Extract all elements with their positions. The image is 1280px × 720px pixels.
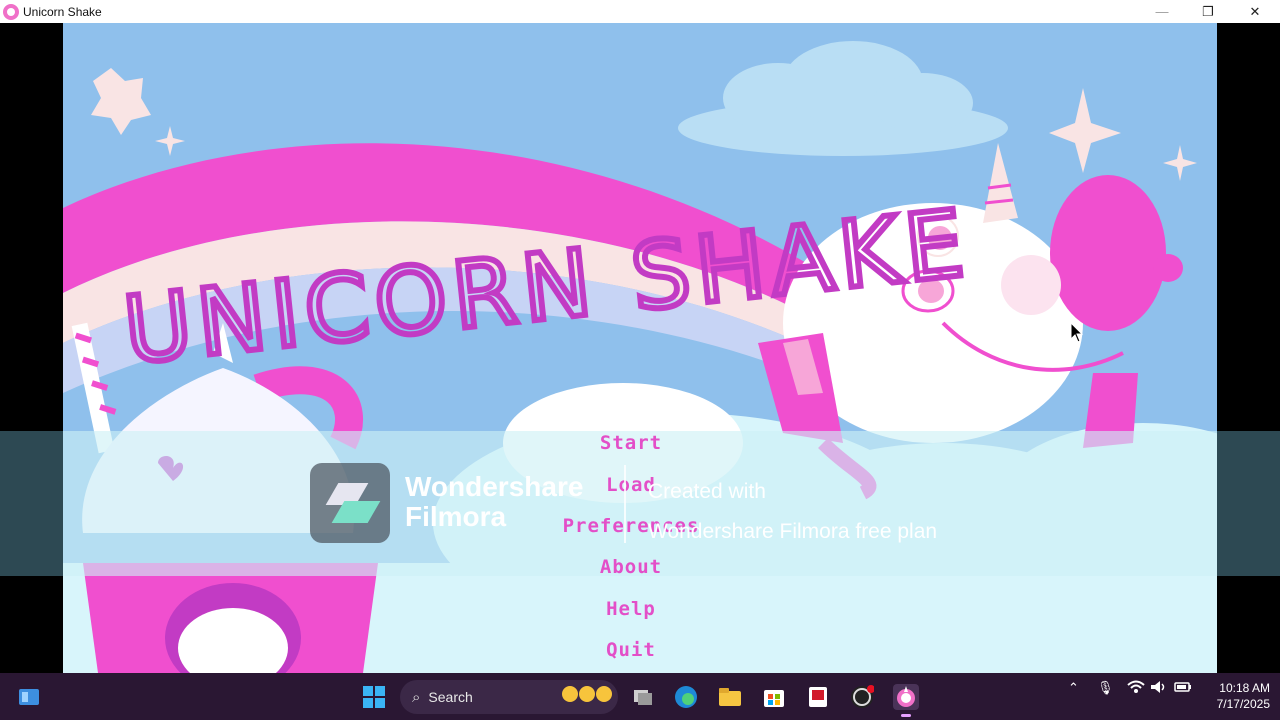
menu-quit[interactable]: Quit [531, 639, 731, 661]
menu-about[interactable]: About [531, 556, 731, 578]
taskbar-search[interactable]: ⌕ Search [400, 680, 618, 714]
wifi-icon[interactable] [1127, 680, 1145, 697]
task-view-icon[interactable] [630, 684, 656, 710]
filmora-brand-line1: Wondershare [405, 471, 584, 502]
search-label: Search [428, 689, 473, 705]
sparkle-right [1049, 88, 1121, 173]
mouse-cursor-icon [1070, 322, 1084, 343]
volume-icon[interactable] [1150, 680, 1168, 697]
cloud-top [678, 41, 1008, 156]
star-top-left [91, 68, 151, 135]
microphone-icon[interactable]: 🎙 [1097, 680, 1114, 696]
filmora-logo-icon [310, 463, 390, 543]
minimize-button[interactable]: — [1139, 0, 1185, 23]
maximize-button[interactable]: ❐ [1185, 0, 1231, 23]
sparkle-far-right [1163, 145, 1197, 181]
store-icon[interactable] [761, 684, 787, 710]
filmora-brand-line2: Filmora [405, 501, 507, 532]
widgets-icon[interactable] [16, 684, 42, 710]
taskbar-clock[interactable]: 10:18 AM 7/17/2025 [1200, 680, 1270, 712]
media-app-icon[interactable] [805, 684, 831, 710]
watermark-band-right [1217, 431, 1280, 576]
file-explorer-icon[interactable] [717, 684, 743, 710]
start-icon[interactable] [361, 684, 387, 710]
filmora-note-line2: Wondershare Filmora free plan [648, 520, 938, 543]
edge-icon[interactable] [673, 684, 699, 710]
filmora-note-line1: Created with [648, 480, 766, 503]
unicorn-shake-icon[interactable] [893, 684, 919, 710]
active-app-indicator [901, 714, 911, 717]
menu-help[interactable]: Help [531, 598, 731, 620]
filmora-brand: Wondershare Filmora [405, 472, 583, 532]
sparkle-left [155, 126, 185, 156]
clock-time: 10:18 AM [1219, 681, 1270, 695]
window-titlebar: Unicorn Shake — ❐ ✕ [0, 0, 1280, 23]
search-icon: ⌕ [412, 688, 421, 706]
obs-icon[interactable] [849, 684, 875, 710]
tray-overflow-icon[interactable]: ⌃ [1068, 680, 1079, 696]
filmora-divider [624, 465, 626, 543]
watermark-band-left [0, 431, 63, 576]
window-title: Unicorn Shake [23, 4, 102, 19]
clock-date: 7/17/2025 [1216, 697, 1270, 711]
battery-icon[interactable] [1174, 680, 1192, 697]
close-button[interactable]: ✕ [1232, 0, 1278, 23]
menu-start[interactable]: Start [531, 432, 731, 454]
search-highlight-icon [562, 686, 612, 702]
filmora-note: Created with Wondershare Filmora free pl… [648, 472, 937, 552]
app-icon [3, 3, 19, 20]
